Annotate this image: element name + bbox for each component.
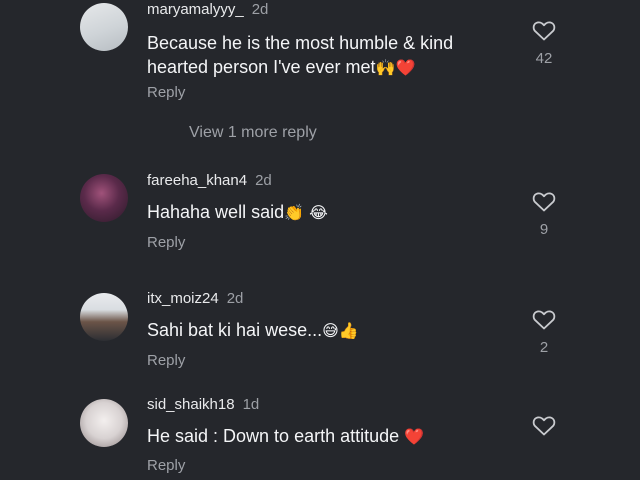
comment-meta: maryamalyyy_ 2d bbox=[147, 1, 268, 18]
comment-text-line: Sahi bat ki hai wese... bbox=[147, 320, 323, 340]
like-count: 2 bbox=[539, 339, 549, 356]
reply-button[interactable]: Reply bbox=[147, 84, 185, 101]
timestamp: 2d bbox=[255, 172, 272, 189]
view-more-replies-button[interactable]: View 1 more reply bbox=[189, 124, 317, 142]
comment-meta: itx_moiz24 2d bbox=[147, 290, 243, 307]
comment-text: He said : Down to earth attitude ❤️ bbox=[147, 424, 507, 449]
emoji: 🙌❤️ bbox=[375, 58, 416, 77]
heart-outline-icon[interactable] bbox=[532, 19, 556, 41]
comment-text-line: hearted person I've ever met bbox=[147, 57, 376, 77]
emoji: ❤️ bbox=[404, 427, 425, 446]
comment-text-line: Hahaha well said bbox=[147, 202, 285, 222]
timestamp: 2d bbox=[226, 290, 244, 307]
heart-outline-icon[interactable] bbox=[532, 308, 556, 330]
comment-meta: fareeha_khan4 2d bbox=[147, 172, 272, 189]
avatar[interactable] bbox=[80, 293, 128, 341]
comment-meta: sid_shaikh18 1d bbox=[147, 396, 259, 413]
emoji: 😅👍 bbox=[322, 321, 359, 340]
reply-button[interactable]: Reply bbox=[147, 234, 185, 251]
comment-text-line: He said : Down to earth attitude bbox=[147, 426, 400, 446]
avatar[interactable] bbox=[80, 399, 128, 447]
comment-text-line: Because he is the most humble & kind bbox=[147, 33, 454, 53]
like-count: 42 bbox=[535, 50, 553, 67]
heart-outline-icon[interactable] bbox=[532, 190, 556, 212]
comment-text: Sahi bat ki hai wese...😅👍 bbox=[147, 318, 507, 343]
comment-text: Hahaha well said👏 😂 bbox=[147, 200, 507, 225]
username[interactable]: sid_shaikh18 bbox=[147, 396, 235, 413]
heart-outline-icon[interactable] bbox=[532, 414, 556, 436]
reply-button[interactable]: Reply bbox=[147, 457, 185, 474]
avatar[interactable] bbox=[80, 174, 128, 222]
comment-text: Because he is the most humble & kind hea… bbox=[147, 31, 507, 80]
reply-button[interactable]: Reply bbox=[147, 352, 185, 369]
timestamp: 2d bbox=[251, 1, 269, 18]
like-count: 9 bbox=[539, 221, 549, 238]
timestamp: 1d bbox=[242, 396, 260, 413]
username[interactable]: fareeha_khan4 bbox=[147, 172, 247, 189]
avatar[interactable] bbox=[80, 3, 128, 51]
username[interactable]: itx_moiz24 bbox=[147, 290, 219, 307]
emoji: 👏 😂 bbox=[284, 203, 328, 222]
username[interactable]: maryamalyyy_ bbox=[147, 1, 244, 18]
